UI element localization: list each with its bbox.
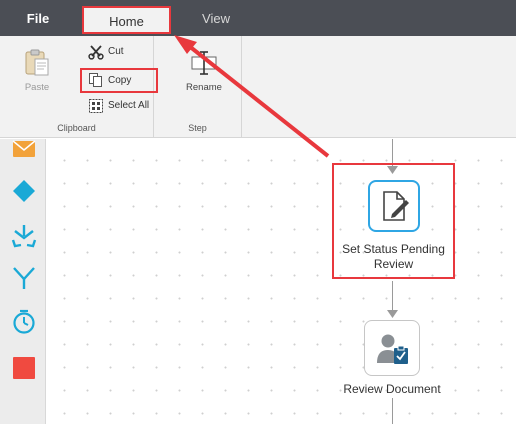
select-all-button[interactable]: Select All	[86, 96, 156, 116]
paste-label: Paste	[24, 82, 50, 93]
user-task-icon	[377, 334, 408, 364]
workflow-step-review-document[interactable]: Review Document	[336, 320, 448, 400]
step-icon-box[interactable]	[364, 320, 420, 376]
step-group: Rename Step	[154, 36, 242, 138]
cut-button[interactable]: Cut	[86, 42, 156, 62]
step-label: Set Status Pending Review	[334, 242, 453, 272]
step-label-line1: Set Status Pending	[342, 242, 445, 256]
copy-label: Copy	[108, 75, 132, 86]
connector-line	[392, 398, 393, 424]
select-all-label: Select All	[108, 100, 150, 111]
step-label: Review Document	[343, 382, 441, 396]
edit-document-icon	[382, 191, 409, 221]
scissors-icon	[88, 45, 104, 60]
envelope-icon[interactable]	[11, 139, 37, 165]
merge-icon[interactable]	[11, 265, 37, 291]
workflow-step-set-status[interactable]: Set Status Pending Review	[332, 163, 455, 279]
rename-button[interactable]: Rename	[182, 48, 226, 93]
stop-icon[interactable]	[11, 355, 37, 381]
tab-file[interactable]: File	[12, 0, 64, 36]
tab-home[interactable]: Home	[82, 6, 171, 34]
step-palette	[0, 139, 46, 424]
clipboard-group-label: Clipboard	[57, 123, 96, 133]
step-group-label: Step	[188, 123, 207, 133]
connector-line	[392, 281, 393, 311]
step-icon-box[interactable]	[367, 180, 420, 232]
clipboard-group: Paste Cut Copy Select All Clipboard	[0, 36, 158, 138]
select-all-icon	[89, 99, 103, 113]
copy-button[interactable]: Copy	[80, 68, 158, 93]
paste-icon	[25, 49, 49, 76]
paste-button[interactable]: Paste	[16, 48, 58, 93]
cut-label: Cut	[108, 46, 124, 57]
copy-icon	[89, 73, 102, 87]
rename-label: Rename	[186, 82, 222, 93]
step-label-line2: Review	[373, 257, 414, 271]
rename-icon	[191, 51, 217, 75]
diamond-icon[interactable]	[11, 178, 37, 204]
tab-view[interactable]: View	[184, 0, 248, 36]
arrow-down-icon	[387, 310, 398, 318]
split-icon[interactable]	[11, 223, 37, 249]
ribbon-tab-bar: File Home View	[0, 0, 516, 36]
ribbon: Paste Cut Copy Select All Clipboard Rena…	[0, 36, 516, 138]
timer-icon[interactable]	[11, 309, 37, 335]
